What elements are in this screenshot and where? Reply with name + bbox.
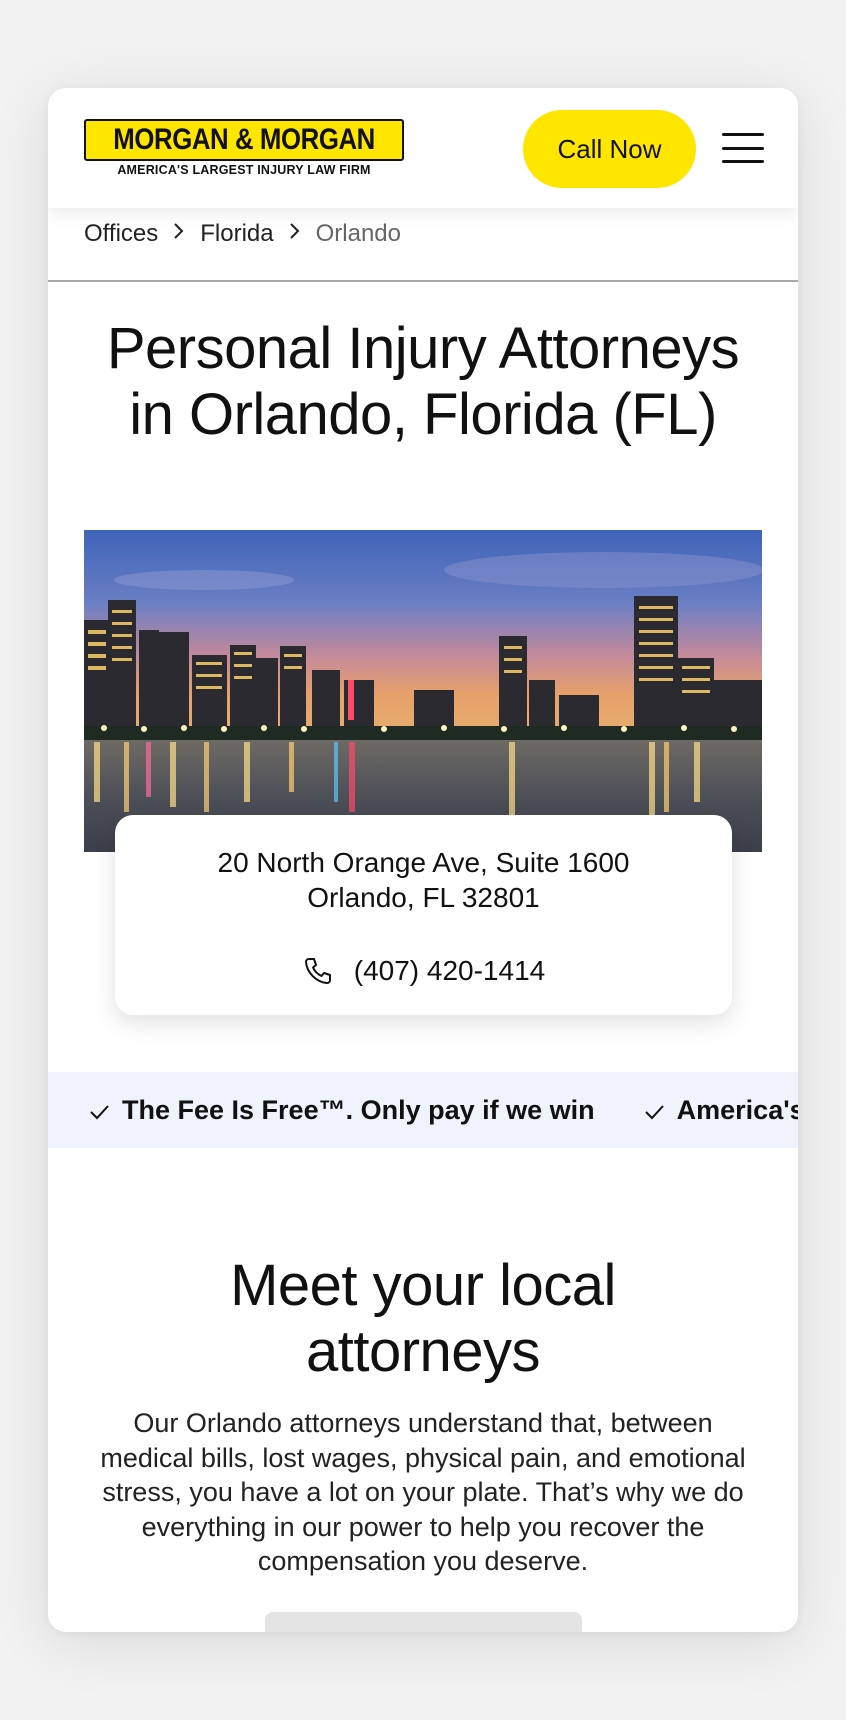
office-phone-link[interactable]: (407) 420-1414 — [115, 951, 732, 991]
meet-attorneys-button[interactable] — [265, 1612, 582, 1632]
address-line-2: Orlando, FL 32801 — [307, 882, 540, 913]
mobile-page-frame: MORGAN & MORGAN AMERICA'S LARGEST INJURY… — [48, 88, 798, 1632]
check-icon — [88, 1099, 110, 1121]
menu-bar — [722, 133, 764, 136]
site-header: MORGAN & MORGAN AMERICA'S LARGEST INJURY… — [48, 88, 798, 208]
office-phone-number: (407) 420-1414 — [353, 955, 546, 986]
benefit-item: The Fee Is Free™. Only pay if we win — [88, 1095, 595, 1126]
hamburger-menu-icon[interactable] — [722, 133, 764, 163]
breadcrumb-divider — [48, 280, 798, 282]
breadcrumb-item-orlando: Orlando — [315, 220, 401, 247]
breadcrumb-item-florida[interactable]: Florida — [200, 220, 273, 248]
breadcrumb: Offices Florida Orlando — [84, 218, 401, 250]
hero-skyline-image — [84, 530, 762, 852]
benefits-track: The Fee Is Free™. Only pay if we win Ame… — [88, 1072, 798, 1148]
page-title: Personal Injury Attorneys in Orlando, Fl… — [106, 316, 740, 447]
logo-wordmark: MORGAN & MORGAN — [113, 123, 375, 156]
chevron-right-icon — [172, 221, 186, 247]
phone-icon — [302, 955, 334, 987]
address-line-1: 20 North Orange Ave, Suite 1600 — [217, 847, 630, 878]
chevron-right-icon — [288, 221, 302, 247]
menu-bar — [722, 160, 764, 163]
check-icon — [643, 1099, 665, 1121]
meet-attorneys-heading: Meet your local attorneys — [230, 1253, 616, 1384]
logo-tagline: AMERICA'S LARGEST INJURY LAW FIRM — [117, 163, 371, 177]
benefit-item: America's Largest Injury Law Firm — [643, 1095, 798, 1126]
call-now-button[interactable]: Call Now — [523, 110, 696, 188]
benefit-text: The Fee Is Free™. Only pay if we win — [122, 1094, 595, 1125]
morgan-and-morgan-logo[interactable]: MORGAN & MORGAN AMERICA'S LARGEST INJURY… — [84, 119, 404, 181]
logo-wordmark-box: MORGAN & MORGAN — [84, 119, 404, 161]
benefits-banner: The Fee Is Free™. Only pay if we win Ame… — [48, 1072, 798, 1148]
benefit-text: America's Largest Injury Law Firm — [676, 1094, 798, 1125]
menu-bar — [722, 146, 764, 150]
meet-attorneys-body: Our Orlando attorneys understand that, b… — [100, 1408, 746, 1576]
office-address-card: 20 North Orange Ave, Suite 1600 Orlando,… — [115, 815, 732, 1015]
breadcrumb-item-offices[interactable]: Offices — [84, 220, 158, 248]
